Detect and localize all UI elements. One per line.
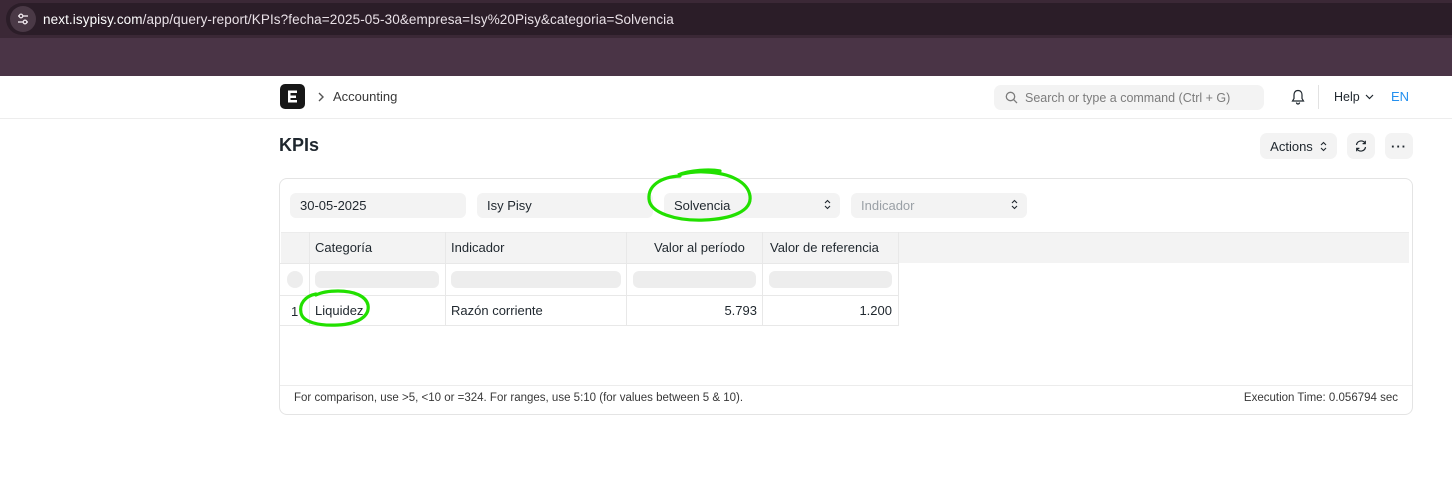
refresh-button[interactable] [1347,133,1375,159]
page-title: KPIs [279,135,320,155]
language-switch[interactable]: EN [1391,89,1409,104]
url-host: next.isypisy.com [43,11,143,27]
search-icon [1005,91,1018,104]
app-navbar: Accounting Search or type a command (Ctr… [0,76,1452,119]
navbar-divider [1318,85,1319,109]
filter-indicador-placeholder: Indicador [861,198,915,213]
site-info-icon[interactable] [10,6,36,32]
app-logo-icon[interactable] [280,84,305,109]
filter-empresa-value: Isy Pisy [487,198,532,213]
column-header-indicador[interactable]: Indicador [451,240,504,255]
url-path: /app/query-report/KPIs?fecha=2025-05-30&… [142,11,674,27]
breadcrumb-chevron-icon [318,92,324,102]
cell-categoria[interactable]: Liquidez [315,303,363,318]
address-bar[interactable]: next.isypisy.com/app/query-report/KPIs?f… [6,3,1452,35]
filter-empresa[interactable]: Isy Pisy [477,193,653,218]
refresh-icon [1355,140,1367,152]
filter-categoria[interactable]: Solvencia [664,193,840,218]
help-menu-button[interactable]: Help [1334,90,1374,104]
url-text[interactable]: next.isypisy.com/app/query-report/KPIs?f… [43,12,674,27]
cell-referencia[interactable]: 1.200 [762,303,892,318]
filter-hint: For comparison, use >5, <10 or =324. For… [294,392,744,404]
grid-line [898,232,899,325]
column-header-referencia[interactable]: Valor de referencia [770,240,879,255]
row-index: 1 [291,304,299,319]
filter-indicador[interactable]: Indicador [851,193,1027,218]
breadcrumb-accounting[interactable]: Accounting [333,89,397,104]
grid-line [309,232,310,325]
filter-fecha-value: 30-05-2025 [300,198,367,213]
help-label: Help [1334,90,1360,104]
cell-indicador[interactable]: Razón corriente [451,303,543,318]
row-filter-checkbox[interactable] [287,271,303,288]
more-options-button[interactable]: ··· [1385,133,1413,159]
column-header-categoria[interactable]: Categoría [315,240,372,255]
notification-bell-icon[interactable] [1291,89,1305,105]
grid-line [280,263,899,264]
column-filter-referencia[interactable] [769,271,892,288]
footer-divider [280,385,1412,386]
select-chevron-icon [1011,199,1018,210]
grid-line [280,295,899,296]
search-placeholder: Search or type a command (Ctrl + G) [1025,90,1231,105]
grid-line [445,232,446,325]
column-filter-indicador[interactable] [451,271,621,288]
column-filter-categoria[interactable] [315,271,439,288]
browser-toolbar-strip [0,38,1452,76]
column-header-valor[interactable]: Valor al período [654,240,745,255]
filter-categoria-value: Solvencia [674,198,731,213]
select-chevron-icon [824,199,831,210]
more-options-icon: ··· [1391,138,1407,154]
execution-time: Execution Time: 0.056794 sec [1243,392,1398,404]
browser-tab-strip: next.isypisy.com/app/query-report/KPIs?f… [0,0,1452,38]
chevron-down-icon [1365,94,1374,100]
actions-label: Actions [1270,138,1313,154]
report-card: 30-05-2025 Isy Pisy Solvencia Indicador … [279,178,1413,415]
filter-fecha[interactable]: 30-05-2025 [290,193,466,218]
search-bar[interactable]: Search or type a command (Ctrl + G) [994,85,1264,110]
updown-chevron-icon [1320,141,1327,151]
column-filter-valor[interactable] [633,271,756,288]
cell-valor[interactable]: 5.793 [626,303,757,318]
grid-line [280,325,899,326]
actions-button[interactable]: Actions [1260,133,1337,159]
